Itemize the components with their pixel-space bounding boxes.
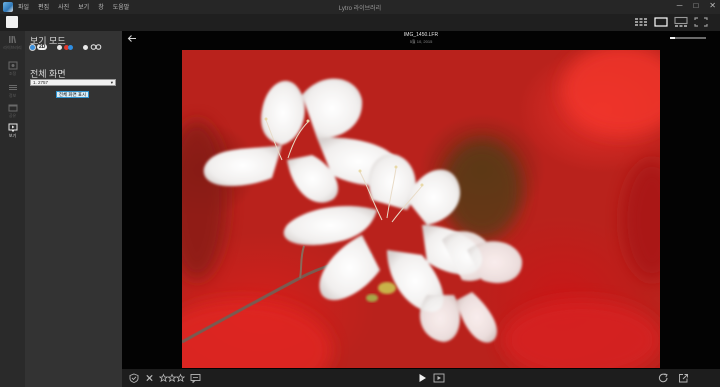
single-view-icon[interactable] bbox=[654, 16, 668, 28]
rail-label-view: 보기 bbox=[8, 133, 17, 138]
radio-3d[interactable] bbox=[83, 44, 89, 50]
view-option-2d-label: 2D bbox=[37, 44, 48, 50]
grid-view-icon[interactable] bbox=[634, 16, 648, 28]
photo-viewer: IMG_1450.LFR 5월 10, 2015 bbox=[122, 31, 720, 387]
rail-item-library[interactable]: 라이브러리 bbox=[2, 35, 23, 55]
rail-label-library: 라이브러리 bbox=[3, 45, 22, 50]
rail-item-share[interactable]: 공유 bbox=[2, 103, 23, 123]
radio-anaglyph[interactable] bbox=[57, 44, 63, 50]
zoom-slider[interactable] bbox=[670, 37, 706, 39]
display-select[interactable]: 1. 2757 ▾ bbox=[30, 79, 116, 86]
window-controls: ─ □ ✕ bbox=[677, 1, 716, 10]
view-mode-switcher bbox=[634, 16, 708, 28]
top-toolbar bbox=[0, 14, 720, 31]
module-rail: 라이브러리 조정 정보 공유 보기 bbox=[0, 31, 25, 387]
maximize-button[interactable]: □ bbox=[693, 1, 698, 10]
window-title: Lytro 라이브러리 bbox=[338, 6, 382, 12]
radio-2d[interactable] bbox=[30, 44, 35, 50]
view-icon bbox=[8, 123, 17, 132]
minimize-button[interactable]: ─ bbox=[677, 1, 683, 10]
photo-canvas[interactable] bbox=[182, 50, 660, 368]
star-rating-icon[interactable] bbox=[159, 373, 185, 383]
anaglyph-icon bbox=[64, 44, 74, 50]
import-icon[interactable] bbox=[6, 16, 18, 28]
comment-icon[interactable] bbox=[190, 373, 201, 383]
fullscreen-button[interactable]: 전체 화면 표시 bbox=[56, 91, 89, 98]
stereo-3d-icon bbox=[91, 44, 102, 50]
library-icon bbox=[8, 35, 16, 44]
share-icon bbox=[8, 104, 17, 112]
view-option-3d[interactable] bbox=[83, 44, 102, 50]
view-option-anaglyph[interactable] bbox=[57, 44, 74, 50]
view-option-2d[interactable]: 2D bbox=[30, 44, 48, 50]
title-bar: 파일 편집 사진 보기 창 도움말 Lytro 라이브러리 ─ □ ✕ bbox=[0, 0, 720, 14]
view-panel: 보기 모드 2D 전체 화면 1. 2757 ▾ 전체 화면 표시 bbox=[25, 31, 122, 387]
display-select-value: 1. 2757 bbox=[33, 80, 49, 85]
shield-check-icon[interactable] bbox=[129, 373, 139, 383]
reject-x-icon[interactable] bbox=[145, 373, 154, 383]
azalea-photo bbox=[182, 50, 660, 368]
info-icon bbox=[8, 85, 17, 90]
export-icon[interactable] bbox=[678, 373, 689, 383]
file-name: IMG_1450.LFR bbox=[403, 32, 439, 38]
adjust-icon bbox=[8, 61, 17, 70]
zoom-slider-fill bbox=[670, 37, 676, 39]
slideshow-icon[interactable] bbox=[433, 373, 445, 383]
view-mode-options: 2D bbox=[30, 44, 102, 50]
rail-label-share: 공유 bbox=[8, 113, 17, 118]
rail-item-view[interactable]: 보기 bbox=[2, 123, 23, 143]
rail-label-adjust: 조정 bbox=[8, 71, 17, 76]
play-icon[interactable] bbox=[418, 373, 427, 383]
rail-item-adjust[interactable]: 조정 bbox=[2, 61, 23, 81]
viewer-header: IMG_1450.LFR 5월 10, 2015 bbox=[122, 31, 720, 46]
file-date: 5월 10, 2015 bbox=[409, 39, 433, 44]
fullscreen-icon[interactable] bbox=[694, 16, 708, 28]
filmstrip-view-icon[interactable] bbox=[674, 16, 688, 28]
close-button[interactable]: ✕ bbox=[709, 1, 716, 10]
chevron-down-icon: ▾ bbox=[110, 80, 113, 85]
rail-label-info: 정보 bbox=[8, 93, 17, 98]
rail-item-info[interactable]: 정보 bbox=[2, 83, 23, 103]
rotate-icon[interactable] bbox=[658, 373, 669, 383]
viewer-footer bbox=[122, 369, 720, 387]
